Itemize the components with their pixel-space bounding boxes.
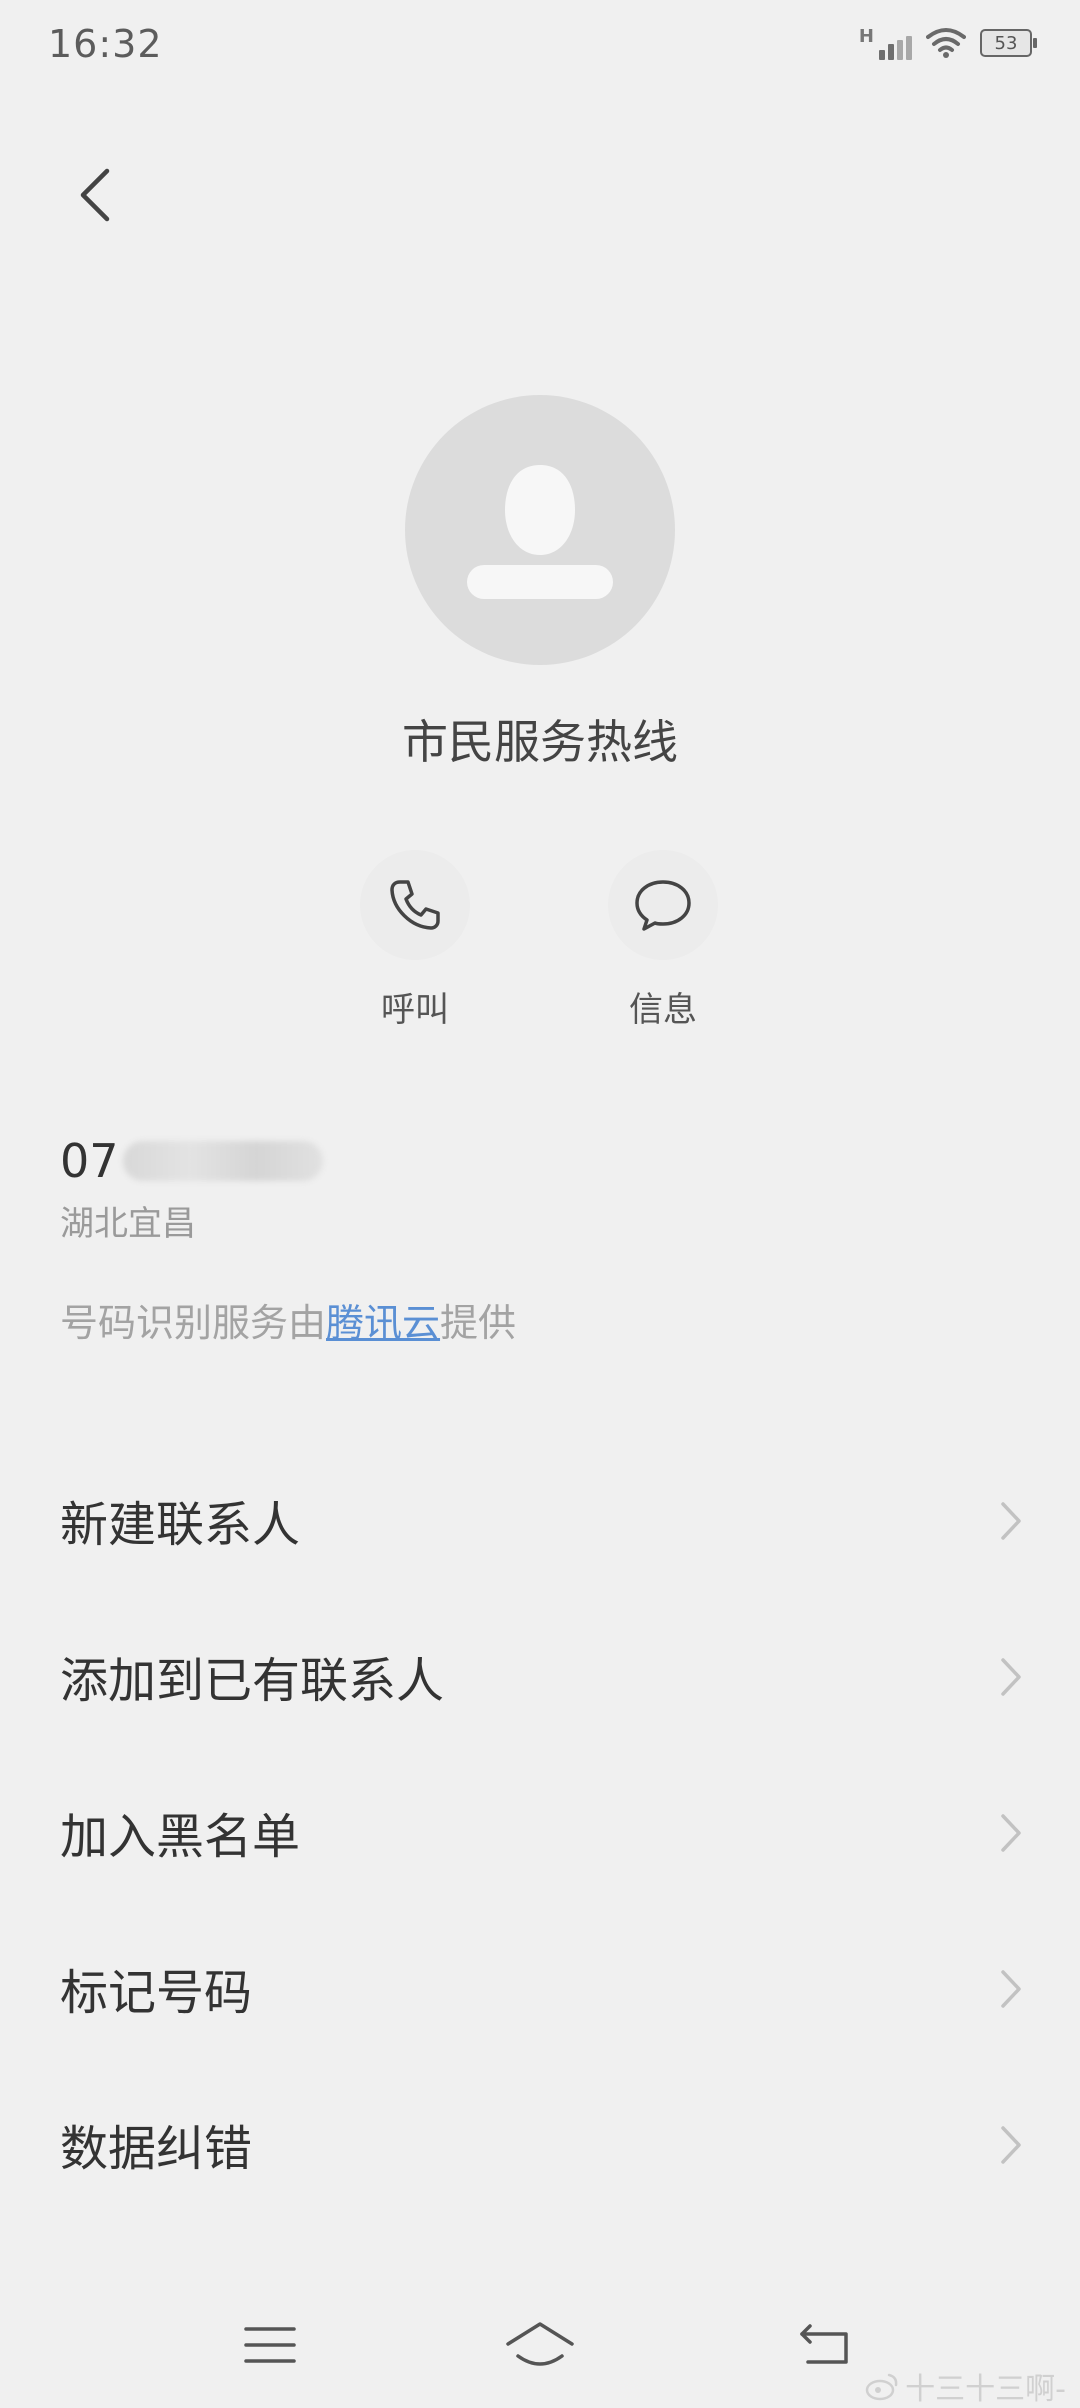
chevron-right-icon bbox=[1001, 1814, 1021, 1852]
chevron-right-icon bbox=[1001, 2126, 1021, 2164]
watermark: 十三十三啊- bbox=[865, 2364, 1066, 2408]
wifi-icon bbox=[926, 28, 966, 58]
battery-icon: 53 bbox=[980, 29, 1037, 57]
call-label: 呼叫 bbox=[381, 990, 449, 1030]
call-action[interactable]: 呼叫 bbox=[315, 850, 515, 1031]
menu-item-mark-number[interactable]: 标记号码 bbox=[0, 1910, 1080, 2066]
menu-item-label: 数据纠错 bbox=[60, 2121, 253, 2177]
chevron-right-icon bbox=[1001, 1502, 1021, 1540]
watermark-text: 十三十三啊- bbox=[905, 2372, 1066, 2407]
provider-link[interactable]: 腾讯云 bbox=[326, 1301, 440, 1345]
phone-icon bbox=[390, 880, 440, 930]
provider-suffix: 提供 bbox=[440, 1301, 517, 1345]
redacted-number bbox=[122, 1141, 323, 1181]
menu-item-label: 标记号码 bbox=[60, 1965, 253, 2021]
menu-item-add-existing[interactable]: 添加到已有联系人 bbox=[0, 1598, 1080, 1754]
nav-back-button[interactable] bbox=[775, 2310, 875, 2380]
message-icon bbox=[635, 880, 691, 931]
message-action[interactable]: 信息 bbox=[563, 850, 763, 1031]
return-icon bbox=[800, 2324, 848, 2364]
nav-home-button[interactable] bbox=[490, 2310, 590, 2380]
menu-item-data-correction[interactable]: 数据纠错 bbox=[0, 2066, 1080, 2222]
network-type-label: H bbox=[858, 26, 874, 47]
menu-item-blacklist[interactable]: 加入黑名单 bbox=[0, 1754, 1080, 1910]
weibo-logo-icon bbox=[865, 2373, 898, 2401]
chevron-right-icon bbox=[1001, 1658, 1021, 1696]
phone-number[interactable]: 07 bbox=[60, 1134, 323, 1188]
signal-icon: H bbox=[859, 26, 912, 60]
chevron-left-icon bbox=[80, 168, 110, 222]
number-location: 湖北宜昌 bbox=[60, 1204, 196, 1244]
phone-number-prefix: 07 bbox=[60, 1134, 119, 1188]
contact-name: 市民服务热线 bbox=[402, 715, 678, 769]
person-icon bbox=[467, 465, 613, 599]
battery-level: 53 bbox=[994, 32, 1018, 54]
provider-note: 号码识别服务由腾讯云提供 bbox=[60, 1292, 516, 1347]
avatar bbox=[405, 395, 675, 665]
home-icon bbox=[506, 2322, 574, 2366]
menu-item-label: 加入黑名单 bbox=[60, 1809, 301, 1865]
menu-item-label: 新建联系人 bbox=[60, 1497, 301, 1553]
back-button[interactable] bbox=[60, 160, 130, 230]
menu-item-new-contact[interactable]: 新建联系人 bbox=[0, 1442, 1080, 1598]
message-label: 信息 bbox=[629, 990, 697, 1030]
menu-item-label: 添加到已有联系人 bbox=[60, 1653, 445, 1709]
call-button[interactable] bbox=[360, 850, 470, 960]
nav-menu-button[interactable] bbox=[220, 2310, 320, 2380]
status-icons: H 53 bbox=[859, 26, 1037, 60]
menu-icon bbox=[244, 2327, 296, 2363]
status-time: 16:32 bbox=[48, 22, 163, 66]
message-button[interactable] bbox=[608, 850, 718, 960]
chevron-right-icon bbox=[1001, 1970, 1021, 2008]
provider-prefix: 号码识别服务由 bbox=[60, 1301, 327, 1345]
